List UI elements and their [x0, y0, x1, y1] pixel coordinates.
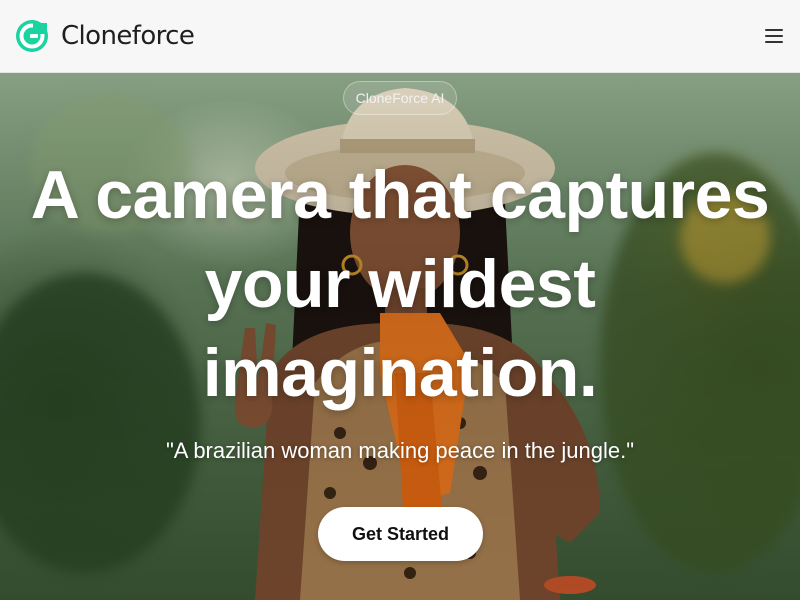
- get-started-button[interactable]: Get Started: [318, 507, 483, 561]
- hamburger-menu-icon-line: [765, 35, 783, 37]
- hamburger-menu-button[interactable]: [762, 24, 786, 48]
- brand-name: Cloneforce: [61, 21, 195, 51]
- hero-image-caption: "A brazilian woman making peace in the j…: [165, 438, 635, 463]
- hamburger-menu-icon-line: [765, 41, 783, 43]
- hero-headline: A camera that captures your wildest imag…: [30, 157, 770, 411]
- cloneforce-logo-icon: [16, 20, 48, 52]
- cloneforce-ai-badge: CloneForce AI: [343, 81, 457, 115]
- top-navbar: Cloneforce: [0, 0, 800, 73]
- hero-section: CloneForce AI A camera that captures you…: [0, 73, 800, 600]
- brand-home-link[interactable]: Cloneforce: [16, 20, 195, 52]
- hamburger-menu-icon: [765, 29, 783, 31]
